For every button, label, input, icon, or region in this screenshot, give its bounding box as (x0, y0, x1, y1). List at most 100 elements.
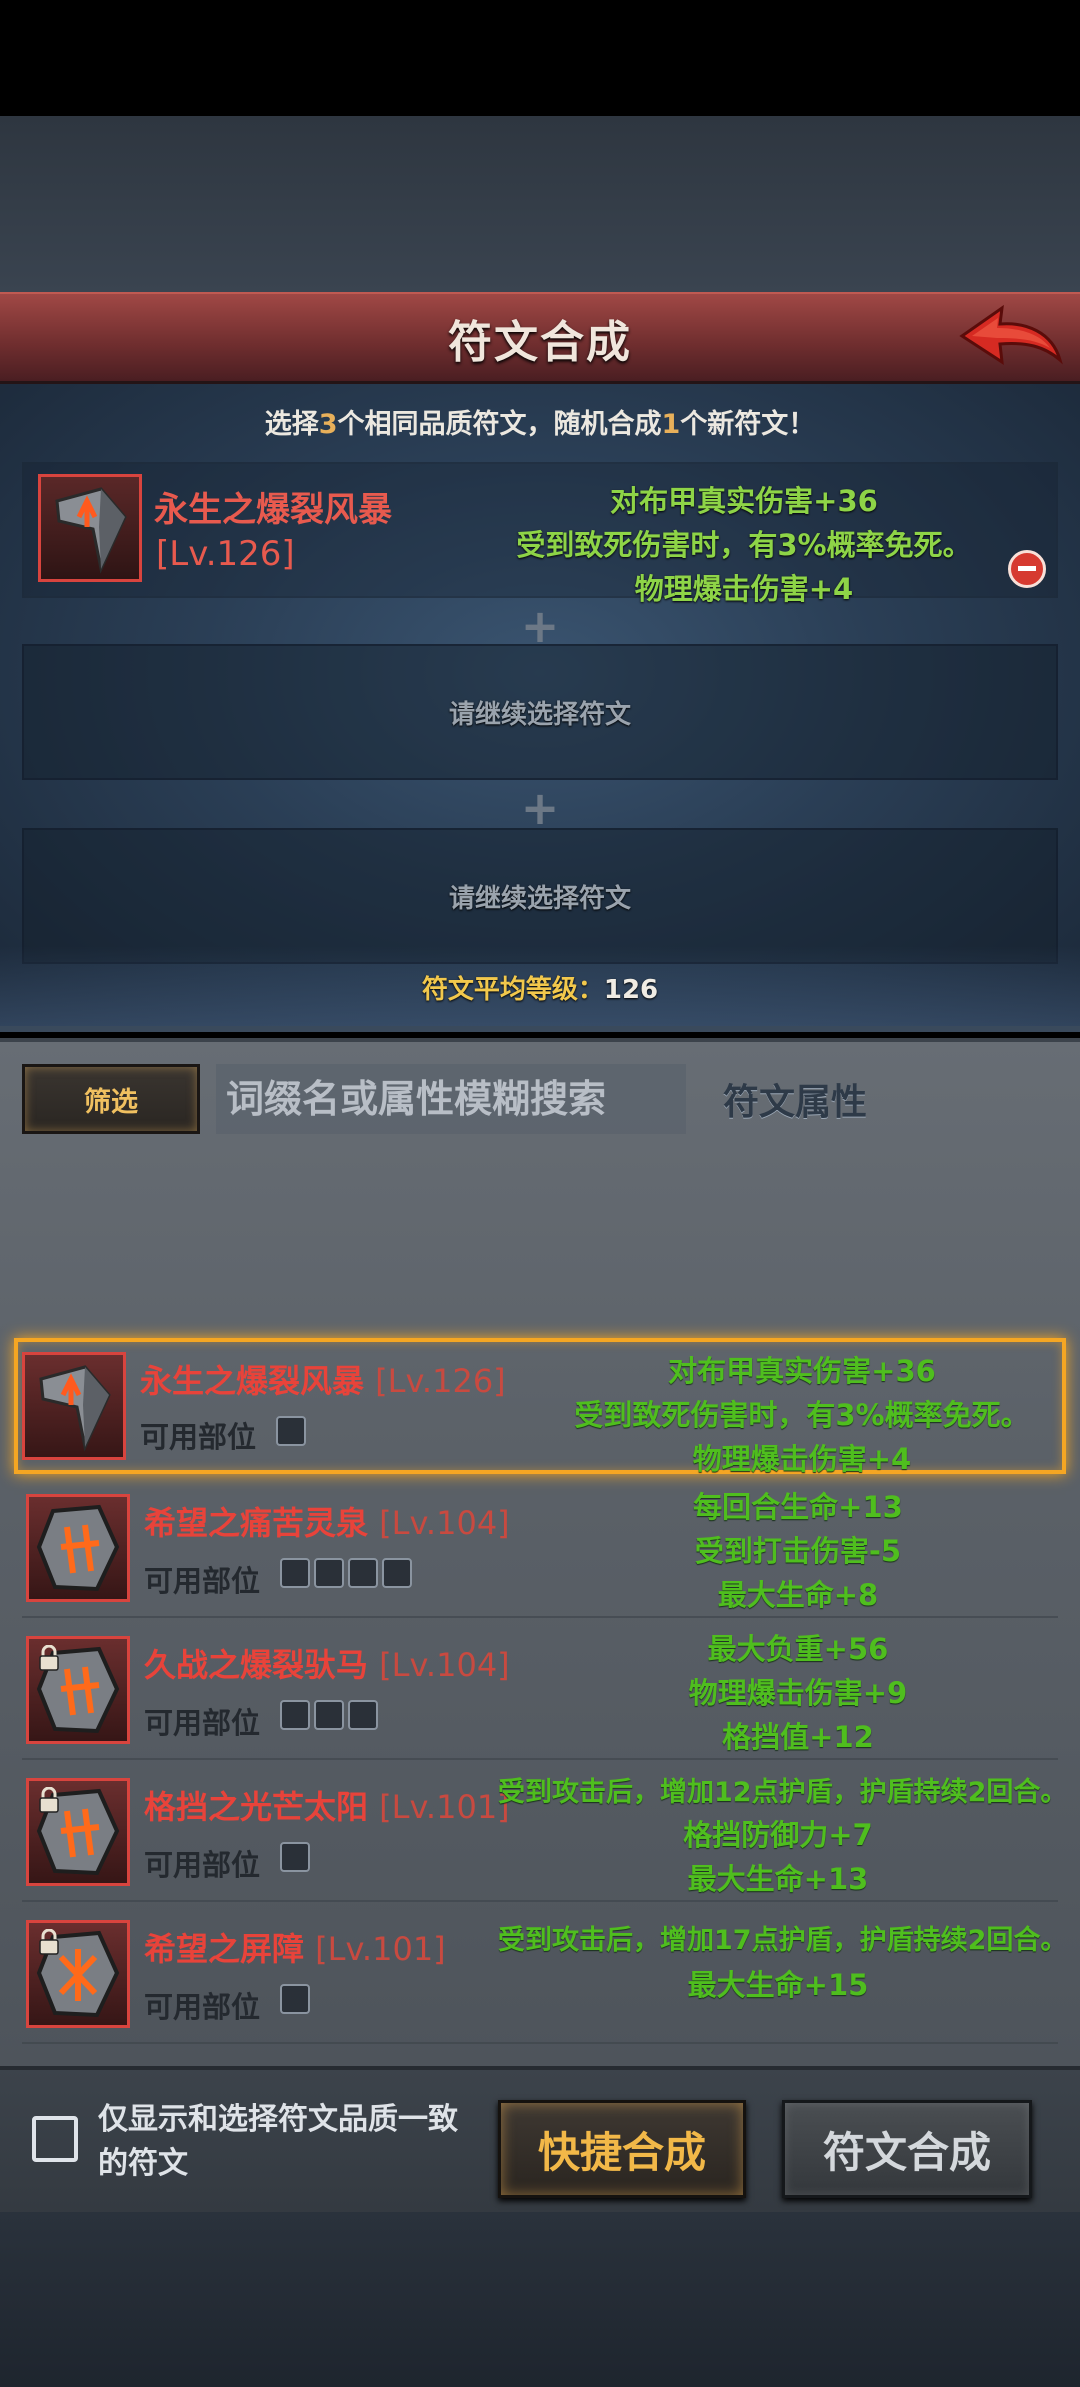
rune-stat: 最大生命+15 (687, 1968, 869, 2002)
rune-stat: 最大生命+8 (717, 1578, 879, 1612)
lock-icon (39, 1787, 59, 1813)
instruction-text-1: 选择 (264, 409, 319, 440)
armor-part-icon (280, 1700, 310, 1730)
rune-level: [Lv.101] (379, 1788, 510, 1826)
rune-level: [Lv.101] (315, 1930, 446, 1968)
search-box[interactable] (216, 1064, 686, 1134)
upper-background (0, 116, 1080, 294)
rune-icon (38, 474, 142, 582)
status-bar (0, 0, 1080, 116)
rune-stat: 最大生命+13 (687, 1862, 869, 1896)
rune-stat: 每回合生命+13 (693, 1490, 903, 1524)
rune-level: [Lv.126] (375, 1362, 506, 1400)
rune-list-item[interactable]: 希望之痛苦灵泉 [Lv.104] 可用部位 每回合生命+13 受到打击伤害-5 … (22, 1482, 1058, 1618)
rune-icon (22, 1352, 126, 1460)
average-level-value: 126 (603, 975, 659, 1005)
glove-part-icon (280, 1984, 310, 2014)
rune-name-text: 格挡之光芒太阳 (144, 1788, 369, 1826)
rune-stat: 对布甲真实伤害+36 (668, 1354, 936, 1388)
synthesis-panel: 选择3个相同品质符文，随机合成1个新符文！ 永生之爆裂风暴 [Lv.126] 对… (0, 384, 1080, 1032)
selected-rune-slot[interactable]: 永生之爆裂风暴 [Lv.126] 对布甲真实伤害+36 受到致死伤害时，有3%概… (22, 462, 1058, 606)
average-level-label: 符文平均等级： (421, 975, 604, 1005)
ring-part-icon (382, 1558, 412, 1588)
rune-name-text: 希望之屏障 (144, 1930, 305, 1968)
boot-part-icon (314, 1700, 344, 1730)
rune-list-item[interactable]: 希望之屏障 [Lv.101] 可用部位 受到攻击后，增加17点护盾，护盾持续2回… (22, 1908, 1068, 2044)
rune-stat: 物理爆击伤害+9 (688, 1676, 908, 1710)
rune-stone-icon (36, 1504, 120, 1592)
usable-parts-label: 可用部位 (144, 1706, 261, 1740)
quick-synthesis-button[interactable]: 快捷合成 (498, 2100, 746, 2198)
empty-rune-slot-1[interactable]: 请继续选择符文 (22, 644, 1058, 780)
rune-name: 希望之屏障 [Lv.101] (144, 1924, 446, 1970)
rune-name-text: 永生之爆裂风暴 (140, 1362, 365, 1400)
rune-stats: 受到攻击后，增加12点护盾，护盾持续2回合。 格挡防御力+7 最大生命+13 (498, 1766, 1068, 1902)
empty-slot-label: 请继续选择符文 (448, 699, 631, 730)
rune-level: [Lv.104] (379, 1504, 510, 1542)
armor-part-icon (280, 1558, 310, 1588)
rune-stats: 受到攻击后，增加17点护盾，护盾持续2回合。 最大生命+15 (498, 1908, 1068, 2044)
rune-list-item[interactable]: 格挡之光芒太阳 [Lv.101] 可用部位 受到攻击后，增加12点护盾，护盾持续… (22, 1766, 1068, 1902)
rune-stat: 受到致死伤害时，有3%概率免死。 (574, 1398, 1030, 1432)
plus-icon: + (520, 599, 560, 653)
back-arrow-icon[interactable] (956, 302, 1066, 378)
rune-name: 希望之痛苦灵泉 [Lv.104] (144, 1498, 510, 1544)
rune-synthesis-button[interactable]: 符文合成 (782, 2100, 1032, 2198)
bottom-action-bar: 仅显示和选择符文品质一致的符文 快捷合成 符文合成 (0, 2066, 1080, 2212)
rune-list-panel: 筛选 符文属性 永生之爆裂风暴 [Lv.126] 可用部位 对布甲真实伤害+36… (0, 1038, 1080, 2066)
empty-rune-slot-2[interactable]: 请继续选择符文 (22, 828, 1058, 964)
glove-part-icon (280, 1842, 310, 1872)
page-title: 符文合成 (448, 316, 632, 368)
rune-stat: 物理爆击伤害+4 (692, 1442, 912, 1476)
armor-part-icon (276, 1416, 306, 1446)
rune-name-text: 希望之痛苦灵泉 (144, 1504, 369, 1542)
usable-parts-label: 可用部位 (144, 1990, 261, 2024)
rune-list-item[interactable]: 久战之爆裂驮马 [Lv.104] 可用部位 最大负重+56 物理爆击伤害+9 格… (22, 1624, 1058, 1760)
usable-parts-icons (280, 1558, 412, 1588)
rune-icon (26, 1494, 130, 1602)
filter-button[interactable]: 筛选 (22, 1064, 200, 1134)
usable-parts-icons (280, 1700, 378, 1730)
instruction-count-2: 1 (661, 409, 681, 440)
rune-attribute-button[interactable]: 符文属性 (700, 1064, 890, 1134)
rune-shard-icon (55, 487, 127, 574)
usable-parts-icons (280, 1984, 310, 2014)
remove-rune-button[interactable] (1008, 550, 1046, 588)
rune-stats: 对布甲真实伤害+36 受到致死伤害时，有3%概率免死。 物理爆击伤害+4 (542, 1342, 1062, 1478)
rune-name: 久战之爆裂驮马 [Lv.104] (144, 1640, 510, 1686)
lower-background (0, 2212, 1080, 2387)
rune-stat: 受到打击伤害-5 (694, 1534, 902, 1568)
usable-parts-label: 可用部位 (144, 1564, 261, 1598)
same-quality-checkbox[interactable] (32, 2116, 78, 2162)
rune-icon (26, 1778, 130, 1886)
instruction-text-2: 个相同品质符文，随机合成 (337, 409, 662, 440)
rune-stat: 受到攻击后，增加12点护盾，护盾持续2回合。 (498, 1777, 1068, 1808)
search-input[interactable] (226, 1077, 686, 1121)
plus-icon: + (520, 781, 560, 835)
synthesis-instruction: 选择3个相同品质符文，随机合成1个新符文！ (0, 402, 1080, 441)
instruction-text-3: 个新符文！ (680, 409, 816, 440)
rune-icon (26, 1636, 130, 1744)
lock-icon (39, 1929, 59, 1955)
rune-stat: 格挡值+12 (722, 1720, 874, 1754)
selected-rune-name: 永生之爆裂风暴 (154, 490, 392, 530)
rune-list-item[interactable]: 永生之爆裂风暴 [Lv.126] 可用部位 对布甲真实伤害+36 受到致死伤害时… (14, 1338, 1066, 1476)
selected-rune-stat-3: 物理爆击伤害+4 (634, 572, 854, 606)
rune-stats: 每回合生命+13 受到打击伤害-5 最大生命+8 (538, 1482, 1058, 1618)
header-bar: 符文合成 (0, 292, 1080, 384)
usable-parts-label: 可用部位 (140, 1420, 257, 1454)
rune-level: [Lv.104] (379, 1646, 510, 1684)
average-level: 符文平均等级：126 (0, 969, 1080, 1006)
rune-icon (26, 1920, 130, 2028)
same-quality-label: 仅显示和选择符文品质一致的符文 (98, 2102, 458, 2181)
rune-name: 永生之爆裂风暴 [Lv.126] (140, 1356, 506, 1402)
boot-part-icon (348, 1558, 378, 1588)
usable-parts-icons (276, 1416, 306, 1446)
instruction-count-1: 3 (318, 409, 338, 440)
selected-rune-stat-1: 对布甲真实伤害+36 (610, 484, 878, 518)
rune-stat: 受到攻击后，增加17点护盾，护盾持续2回合。 (498, 1925, 1068, 1956)
lock-icon (39, 1645, 59, 1671)
rune-stat: 最大负重+56 (707, 1632, 889, 1666)
ring-part-icon (348, 1700, 378, 1730)
rune-name: 格挡之光芒太阳 [Lv.101] (144, 1782, 510, 1828)
